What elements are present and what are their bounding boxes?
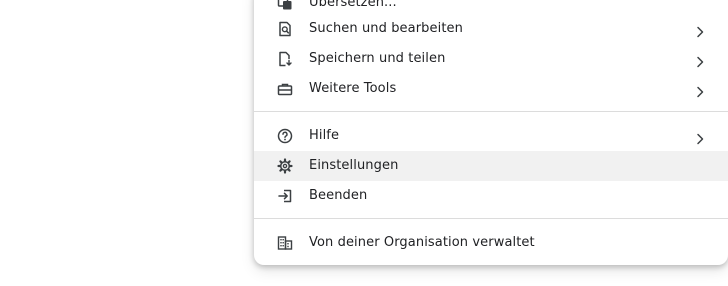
save-share-file-icon xyxy=(277,51,293,67)
menu-item-label: Beenden xyxy=(309,188,368,203)
menu-item-settings[interactable]: Einstellungen xyxy=(254,151,728,181)
menu-item-label: Von deiner Organisation verwaltet xyxy=(309,235,535,250)
toolbox-icon xyxy=(277,81,293,97)
organization-building-icon xyxy=(277,235,293,251)
menu-item-help[interactable]: Hilfe xyxy=(254,121,728,151)
menu-item-save-and-share[interactable]: Speichern und teilen xyxy=(254,44,728,74)
menu-item-label: Einstellungen xyxy=(309,158,399,173)
gear-icon xyxy=(277,158,293,174)
find-in-page-icon xyxy=(277,21,293,37)
menu-item-label: Hilfe xyxy=(309,128,340,143)
chevron-right-icon xyxy=(694,130,706,145)
menu-divider xyxy=(254,218,728,219)
chrome-main-menu: Übersetzen... Suchen und bearbeiten Spei… xyxy=(254,0,728,265)
menu-item-label: Suchen und bearbeiten xyxy=(309,21,463,36)
menu-item-exit[interactable]: Beenden xyxy=(254,181,728,211)
chevron-right-icon xyxy=(694,23,706,38)
translate-icon xyxy=(277,0,293,11)
exit-icon xyxy=(277,188,293,204)
menu-item-more-tools[interactable]: Weitere Tools xyxy=(254,74,728,104)
menu-item-managed-by-organization[interactable]: Von deiner Organisation verwaltet xyxy=(254,228,728,258)
menu-item-label: Weitere Tools xyxy=(309,81,397,96)
menu-item-label: Speichern und teilen xyxy=(309,51,446,66)
menu-item-find-and-edit[interactable]: Suchen und bearbeiten xyxy=(254,14,728,44)
menu-divider xyxy=(254,111,728,112)
chevron-right-icon xyxy=(694,83,706,98)
help-circle-icon xyxy=(277,128,293,144)
chevron-right-icon xyxy=(694,53,706,68)
